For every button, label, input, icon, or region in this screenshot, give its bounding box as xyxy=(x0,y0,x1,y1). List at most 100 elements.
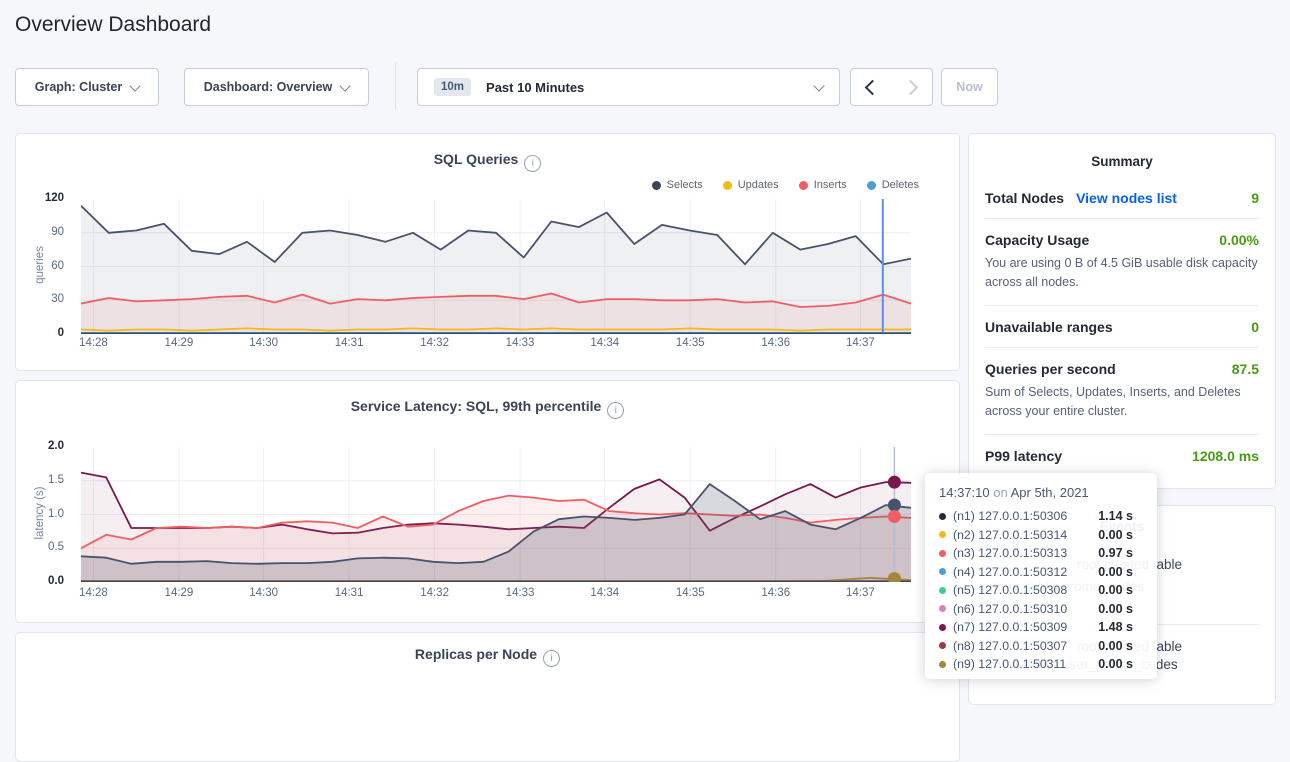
node-color-dot xyxy=(939,531,946,538)
x-tick-label: 14:35 xyxy=(676,587,705,599)
summary-panel: Summary Total Nodes View nodes list 9 Ca… xyxy=(968,133,1276,489)
chart-title: Service Latency: SQL, 99th percentilei xyxy=(16,398,959,419)
legend-item-inserts[interactable]: Inserts xyxy=(799,179,847,191)
graph-dropdown[interactable]: Graph: Cluster xyxy=(15,68,159,106)
tooltip-node-value: 0.00 s xyxy=(1098,528,1143,542)
x-tick-label: 14:34 xyxy=(590,337,619,349)
time-next-button[interactable] xyxy=(891,68,933,106)
legend-item-updates[interactable]: Updates xyxy=(723,179,779,191)
info-icon[interactable]: i xyxy=(543,650,560,667)
legend-dot xyxy=(723,181,732,190)
legend-item-deletes[interactable]: Deletes xyxy=(867,179,919,191)
y-tick-label: 1.0 xyxy=(48,508,64,520)
tooltip-node-address: (n3) 127.0.0.1:50313 xyxy=(953,546,1067,560)
replicas-per-node-chart-card: Replicas per Nodei xyxy=(15,632,960,762)
chevron-left-icon xyxy=(865,79,881,95)
page-title: Overview Dashboard xyxy=(15,13,211,37)
tooltip-timestamp: 14:37:10 on Apr 5th, 2021 xyxy=(939,485,1143,500)
summary-value: 1208.0 ms xyxy=(1192,448,1259,464)
x-tick-label: 14:29 xyxy=(165,337,194,349)
time-range-badge: 10m xyxy=(434,78,471,96)
summary-row-qps: Queries per second 87.5 Sum of Selects, … xyxy=(985,347,1259,434)
x-tick-label: 14:28 xyxy=(79,587,108,599)
node-color-dot xyxy=(939,605,946,612)
dashboard-dropdown-label: Dashboard: Overview xyxy=(204,80,333,94)
tooltip-node-row: (n5) 127.0.0.1:503080.00 s xyxy=(939,581,1143,599)
y-tick-label: 0.0 xyxy=(48,575,64,587)
info-icon[interactable]: i xyxy=(607,402,624,419)
tooltip-node-row: (n7) 127.0.0.1:503091.48 s xyxy=(939,618,1143,636)
now-button-label: Now xyxy=(956,80,982,94)
y-axis-ticks: 2.01.51.00.50.0 xyxy=(16,447,73,582)
x-tick-label: 14:31 xyxy=(335,587,364,599)
chart-legend: Selects Updates Inserts Deletes xyxy=(652,179,919,191)
x-tick-label: 14:36 xyxy=(761,587,790,599)
x-tick-label: 14:37 xyxy=(846,587,875,599)
x-tick-label: 14:31 xyxy=(335,337,364,349)
summary-value: 0 xyxy=(1251,319,1259,335)
x-tick-label: 14:35 xyxy=(676,337,705,349)
summary-row-capacity: Capacity Usage 0.00% You are using 0 B o… xyxy=(985,218,1259,305)
sql-queries-chart-card: SQL Queriesi Selects Updates Inserts Delete… xyxy=(15,133,960,371)
tooltip-node-value: 0.00 s xyxy=(1098,602,1143,616)
x-tick-label: 14:32 xyxy=(420,587,449,599)
y-tick-label: 60 xyxy=(51,260,64,272)
view-nodes-list-link[interactable]: View nodes list xyxy=(1076,190,1177,206)
info-icon[interactable]: i xyxy=(524,155,541,172)
tooltip-node-row: (n1) 127.0.0.1:503061.14 s xyxy=(939,507,1143,525)
y-tick-label: 2.0 xyxy=(48,440,64,452)
summary-label: P99 latency xyxy=(985,448,1062,464)
summary-description: Sum of Selects, Updates, Inserts, and De… xyxy=(985,383,1259,422)
y-tick-label: 90 xyxy=(51,226,64,238)
time-range-dropdown[interactable]: 10m Past 10 Minutes xyxy=(417,68,840,106)
tooltip-node-address: (n4) 127.0.0.1:50312 xyxy=(953,565,1067,579)
summary-title: Summary xyxy=(969,134,1275,169)
legend-label: Deletes xyxy=(882,179,919,191)
service-latency-chart-card: Service Latency: SQL, 99th percentilei l… xyxy=(15,380,960,623)
legend-dot xyxy=(652,181,661,190)
x-tick-label: 14:30 xyxy=(249,337,278,349)
summary-row-p99: P99 latency 1208.0 ms xyxy=(985,434,1259,476)
tooltip-node-row: (n3) 127.0.0.1:503130.97 s xyxy=(939,544,1143,562)
x-tick-label: 14:30 xyxy=(249,587,278,599)
sql-queries-plot[interactable] xyxy=(81,199,911,334)
tooltip-node-row: (n6) 127.0.0.1:503100.00 s xyxy=(939,600,1143,618)
y-tick-label: 1.5 xyxy=(48,474,64,486)
chart-title: SQL Queriesi xyxy=(16,151,959,172)
x-tick-label: 14:33 xyxy=(506,587,535,599)
summary-label: Capacity Usage xyxy=(985,232,1089,248)
x-axis-ticks: 14:2814:2914:3014:3114:3214:3314:3414:35… xyxy=(81,587,911,603)
summary-value: 0.00% xyxy=(1219,232,1259,248)
chart-title: Replicas per Nodei xyxy=(16,646,959,667)
tooltip-node-row: (n2) 127.0.0.1:503140.00 s xyxy=(939,526,1143,544)
tooltip-node-row: (n9) 127.0.0.1:503110.00 s xyxy=(939,655,1143,673)
x-tick-label: 14:37 xyxy=(846,337,875,349)
y-tick-label: 120 xyxy=(45,192,64,204)
summary-description: You are using 0 B of 4.5 GiB usable disk… xyxy=(985,254,1259,293)
legend-item-selects[interactable]: Selects xyxy=(652,179,703,191)
tooltip-node-row: (n8) 127.0.0.1:503070.00 s xyxy=(939,637,1143,655)
service-latency-plot[interactable] xyxy=(81,447,911,582)
time-range-label: Past 10 Minutes xyxy=(486,80,584,95)
y-axis-ticks: 1209060300 xyxy=(16,199,73,334)
legend-dot xyxy=(867,181,876,190)
node-color-dot xyxy=(939,624,946,631)
dashboard-dropdown[interactable]: Dashboard: Overview xyxy=(184,68,369,106)
node-color-dot xyxy=(939,550,946,557)
x-tick-label: 14:32 xyxy=(420,337,449,349)
now-button[interactable]: Now xyxy=(941,68,998,106)
node-color-dot xyxy=(939,642,946,649)
tooltip-node-value: 0.00 s xyxy=(1098,565,1143,579)
time-prev-button[interactable] xyxy=(850,68,892,106)
x-axis-ticks: 14:2814:2914:3014:3114:3214:3314:3414:35… xyxy=(81,337,911,353)
y-tick-label: 0.5 xyxy=(48,541,64,553)
graph-dropdown-label: Graph: Cluster xyxy=(35,80,123,94)
tooltip-node-value: 0.00 s xyxy=(1098,657,1143,671)
x-tick-label: 14:28 xyxy=(79,337,108,349)
tooltip-node-value: 1.48 s xyxy=(1098,620,1143,634)
summary-label: Unavailable ranges xyxy=(985,319,1113,335)
chevron-right-icon xyxy=(902,79,918,95)
chart-hover-tooltip: 14:37:10 on Apr 5th, 2021 (n1) 127.0.0.1… xyxy=(925,473,1157,679)
summary-row-total-nodes: Total Nodes View nodes list 9 xyxy=(985,177,1259,218)
x-tick-label: 14:34 xyxy=(590,587,619,599)
